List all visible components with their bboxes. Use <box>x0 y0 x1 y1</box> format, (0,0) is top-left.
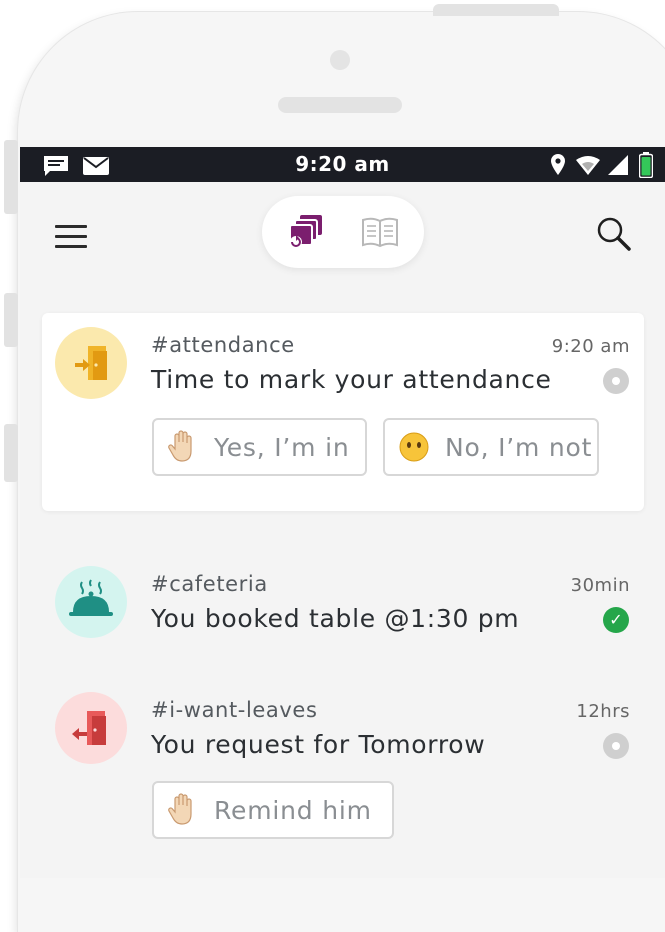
feed-item-message: You booked table @1:30 pm <box>151 604 520 633</box>
raised-hand-icon <box>168 430 192 462</box>
phone-side-button-3 <box>4 424 18 482</box>
phone-speaker <box>278 97 402 113</box>
no-mouth-face-icon <box>399 432 429 462</box>
cafeteria-avatar <box>55 566 127 638</box>
battery-icon <box>639 152 653 178</box>
no-im-not-button[interactable]: No, I’m not <box>383 418 599 476</box>
door-exit-icon <box>72 711 106 745</box>
feed-item-message: You request for Tomorrow <box>151 730 486 759</box>
menu-icon[interactable] <box>55 225 87 249</box>
feed-screen: #attendance 9:20 am Time to mark your at… <box>20 182 665 878</box>
door-enter-icon <box>75 346 107 380</box>
feed-stack-icon[interactable] <box>286 214 326 250</box>
remind-him-button[interactable]: Remind him <box>152 781 394 839</box>
yes-im-in-button[interactable]: Yes, I’m in <box>152 418 367 476</box>
status-bar: 9:20 am <box>20 147 665 182</box>
feed-item-channel: #cafeteria <box>151 572 268 596</box>
status-time: 9:20 am <box>295 152 390 176</box>
book-icon[interactable] <box>360 214 400 250</box>
status-pending-icon <box>603 368 629 394</box>
wifi-icon <box>576 156 600 175</box>
phone-camera <box>330 50 350 70</box>
phone-screen: 9:20 am #attendance 9:20 am Time to mark… <box>20 147 665 878</box>
leaves-avatar <box>55 692 127 764</box>
feed-item-message: Time to mark your attendance <box>151 365 552 394</box>
signal-icon <box>608 155 628 175</box>
feed-item-time: 9:20 am <box>551 336 630 357</box>
feed-item-time: 12hrs <box>576 701 630 722</box>
raised-hand-icon <box>168 793 192 825</box>
feed-item-channel: #i-want-leaves <box>151 698 318 722</box>
feed-item-i-want-leaves[interactable]: #i-want-leaves 12hrs You request for Tom… <box>20 678 665 878</box>
feed-item-attendance[interactable]: #attendance 9:20 am Time to mark your at… <box>20 313 665 511</box>
remind-him-label: Remind him <box>214 795 372 825</box>
view-switcher <box>262 196 424 268</box>
status-done-icon: ✓ <box>603 607 629 633</box>
attendance-avatar <box>55 327 127 399</box>
feed-item-cafeteria[interactable]: #cafeteria 30min You booked table @1:30 … <box>20 552 665 662</box>
location-icon <box>551 154 565 175</box>
cloche-icon <box>69 579 113 616</box>
yes-im-in-label: Yes, I’m in <box>214 432 350 462</box>
status-pending-icon <box>603 733 629 759</box>
phone-side-button-1 <box>4 140 18 214</box>
no-im-not-label: No, I’m not <box>445 432 593 462</box>
feed-item-channel: #attendance <box>151 333 295 357</box>
phone-side-button-2 <box>4 293 18 347</box>
search-icon[interactable] <box>596 216 632 252</box>
feed-item-time: 30min <box>570 575 630 596</box>
phone-top-button <box>433 4 559 16</box>
